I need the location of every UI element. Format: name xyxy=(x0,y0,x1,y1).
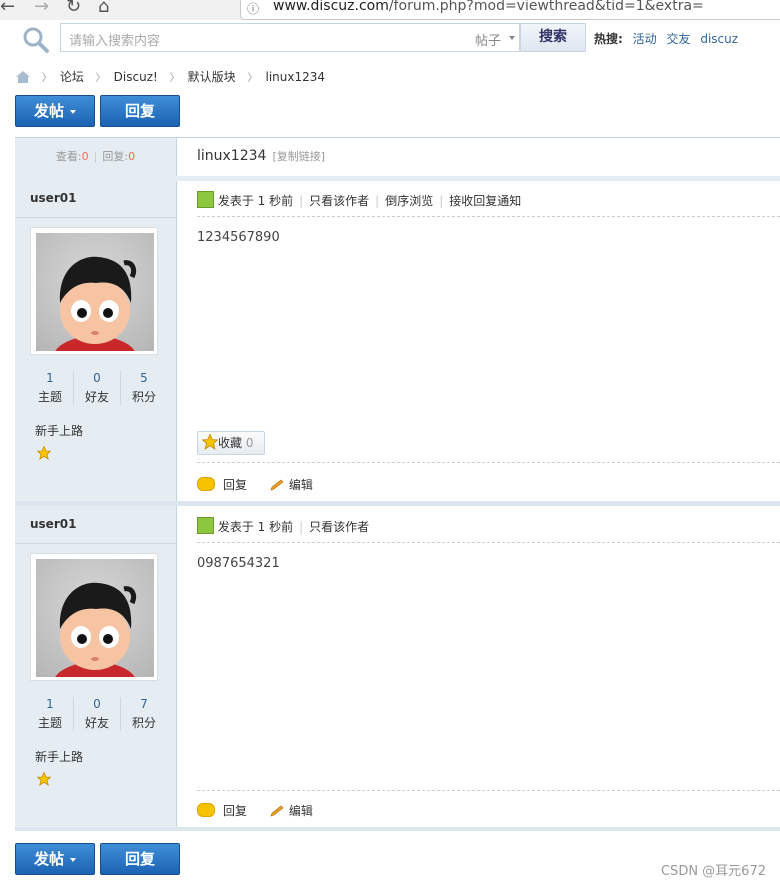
post-meta: 发表于 1 秒前 | 只看该作者 xyxy=(197,517,369,535)
avatar-image xyxy=(55,582,137,677)
divider xyxy=(15,217,176,218)
post-actions: 回复 编辑 xyxy=(197,476,331,493)
watermark: CSDN @耳元672 xyxy=(660,864,766,879)
divider xyxy=(15,543,176,544)
search-type-select[interactable]: 帖子 xyxy=(471,23,520,52)
avatar[interactable] xyxy=(30,227,158,355)
divider xyxy=(197,790,780,791)
thread-title: linux1234 xyxy=(197,148,267,164)
post-content: 1234567890 xyxy=(197,230,280,245)
post-content: 0987654321 xyxy=(197,556,280,571)
divider xyxy=(15,501,780,506)
search-button[interactable]: 搜索 xyxy=(520,23,586,52)
hot-search-label: 热搜: xyxy=(594,32,623,46)
breadcrumb-forum[interactable]: 论坛 xyxy=(60,70,84,84)
user-rank: 新手上路 xyxy=(35,424,84,438)
forward-icon[interactable]: → xyxy=(34,0,49,17)
breadcrumb-board[interactable]: 默认版块 xyxy=(188,70,236,84)
reply-icon xyxy=(197,477,215,491)
avatar-image xyxy=(55,256,137,351)
post-edit-link[interactable]: 编辑 xyxy=(269,476,313,493)
post-actions: 回复 编辑 xyxy=(197,802,331,819)
breadcrumb: 〉论坛 〉 Discuz! 〉默认版块 〉 linux1234 xyxy=(16,68,325,85)
hot-term-activity[interactable]: 活动 xyxy=(633,32,657,46)
user-rank: 新手上路 xyxy=(35,750,84,764)
thread-stats: 查看:0 | 回复:0 xyxy=(55,150,136,163)
breadcrumb-discuz[interactable]: Discuz! xyxy=(114,70,158,84)
post-author[interactable]: user01 xyxy=(30,191,76,205)
address-bar[interactable]: ⓘ www.discuz.com/forum.php?mod=viewthrea… xyxy=(240,0,780,20)
search-bar: 请输入搜索内容 帖子 搜索 热搜: 活动 交友 discuz xyxy=(0,22,780,54)
post-time: 发表于 1 秒前 xyxy=(217,520,294,534)
stat-points[interactable]: 7 积分 xyxy=(121,697,167,731)
post-author-icon xyxy=(197,517,214,534)
reload-icon[interactable]: ↻ xyxy=(66,0,81,17)
favorite-button[interactable]: 收藏 0 xyxy=(197,431,265,455)
post-reply-link[interactable]: 回复 xyxy=(197,476,247,493)
user-stats: 1 主题 0 好友 7 积分 xyxy=(27,697,167,733)
divider xyxy=(197,216,780,217)
post-meta: 发表于 1 秒前 | 只看该作者 | 倒序浏览 | 接收回复通知 xyxy=(197,191,521,209)
info-icon[interactable]: ⓘ xyxy=(247,0,259,17)
star-icon xyxy=(37,772,51,786)
only-author-link[interactable]: 只看该作者 xyxy=(309,194,369,208)
post-author[interactable]: user01 xyxy=(30,517,76,531)
url-text: www.discuz.com/forum.php?mod=viewthread&… xyxy=(273,0,704,14)
reply-icon xyxy=(197,803,215,817)
pencil-icon xyxy=(270,805,284,817)
browser-toolbar: ← → ↻ ⌂ ⓘ www.discuz.com/forum.php?mod=v… xyxy=(0,0,780,20)
new-post-button[interactable]: 发帖 xyxy=(15,95,95,127)
post-time: 发表于 1 秒前 xyxy=(217,194,294,208)
only-author-link[interactable]: 只看该作者 xyxy=(309,520,369,534)
chevron-down-icon xyxy=(509,36,515,40)
stat-threads[interactable]: 1 主题 xyxy=(27,371,73,405)
post-author-icon xyxy=(197,191,214,208)
home-icon[interactable] xyxy=(16,71,30,83)
divider xyxy=(15,176,780,181)
stat-points[interactable]: 5 积分 xyxy=(121,371,167,405)
search-input[interactable]: 请输入搜索内容 xyxy=(60,23,472,52)
pencil-icon xyxy=(270,479,284,491)
thread-container: 查看:0 | 回复:0 linux1234 [复制链接] user01 1 主题 0 好友 xyxy=(15,137,780,831)
star-icon xyxy=(201,433,219,450)
thread-title-row: linux1234 [复制链接] xyxy=(197,148,325,164)
home-icon[interactable]: ⌂ xyxy=(98,0,109,17)
user-stats: 1 主题 0 好友 5 积分 xyxy=(27,371,167,407)
copy-link[interactable]: [复制链接] xyxy=(272,150,325,163)
reply-button[interactable]: 回复 xyxy=(100,95,180,127)
stat-friends[interactable]: 0 好友 xyxy=(74,697,120,731)
divider xyxy=(197,462,780,463)
breadcrumb-thread[interactable]: linux1234 xyxy=(265,70,325,84)
avatar[interactable] xyxy=(30,553,158,681)
back-icon[interactable]: ← xyxy=(0,0,15,17)
new-post-button[interactable]: 发帖 xyxy=(15,843,95,875)
stat-threads[interactable]: 1 主题 xyxy=(27,697,73,731)
star-icon xyxy=(37,446,51,460)
reverse-order-link[interactable]: 倒序浏览 xyxy=(385,194,433,208)
post-reply-link[interactable]: 回复 xyxy=(197,802,247,819)
hot-term-discuz[interactable]: discuz xyxy=(700,32,738,46)
hot-term-friends[interactable]: 交友 xyxy=(666,32,690,46)
reply-notify-link[interactable]: 接收回复通知 xyxy=(449,194,521,208)
search-icon xyxy=(23,27,49,53)
chevron-down-icon xyxy=(70,110,76,114)
divider xyxy=(15,827,780,831)
reply-button[interactable]: 回复 xyxy=(100,843,180,875)
hot-search: 热搜: 活动 交友 discuz xyxy=(594,30,738,47)
post-edit-link[interactable]: 编辑 xyxy=(269,802,313,819)
divider xyxy=(197,542,780,543)
stat-friends[interactable]: 0 好友 xyxy=(74,371,120,405)
chevron-down-icon xyxy=(70,858,76,862)
